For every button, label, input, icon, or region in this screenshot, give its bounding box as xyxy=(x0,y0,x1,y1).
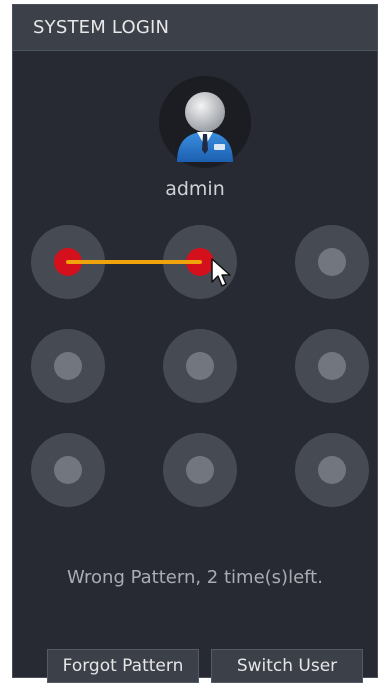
pattern-dot-8[interactable] xyxy=(163,433,237,507)
pattern-dot-center xyxy=(54,456,82,484)
pattern-dot-6[interactable] xyxy=(295,329,369,403)
user-avatar-icon xyxy=(159,76,251,168)
pattern-dot-center xyxy=(186,456,214,484)
dialog-title: SYSTEM LOGIN xyxy=(33,17,170,38)
switch-user-button[interactable]: Switch User xyxy=(211,649,363,683)
pattern-dot-center xyxy=(318,248,346,276)
username-label: admin xyxy=(165,178,225,200)
pattern-dot-selected xyxy=(186,248,214,276)
pattern-dot-3[interactable] xyxy=(295,225,369,299)
pattern-dot-9[interactable] xyxy=(295,433,369,507)
pattern-dot-center xyxy=(54,352,82,380)
mouse-pointer-icon xyxy=(211,258,231,287)
error-message: Wrong Pattern, 2 time(s)left. xyxy=(67,567,323,588)
pattern-dot-1[interactable] xyxy=(31,225,105,299)
pattern-dot-center xyxy=(318,352,346,380)
pattern-dot-4[interactable] xyxy=(31,329,105,403)
pattern-dot-center xyxy=(318,456,346,484)
title-bar: SYSTEM LOGIN xyxy=(13,5,377,51)
pattern-dot-7[interactable] xyxy=(31,433,105,507)
forgot-pattern-button[interactable]: Forgot Pattern xyxy=(47,649,199,683)
pattern-dot-selected xyxy=(54,248,82,276)
pattern-dot-center xyxy=(186,352,214,380)
system-login-dialog: SYSTEM LOGIN admin Wrong Pattern, 2 time… xyxy=(12,4,378,683)
pattern-dot-5[interactable] xyxy=(163,329,237,403)
